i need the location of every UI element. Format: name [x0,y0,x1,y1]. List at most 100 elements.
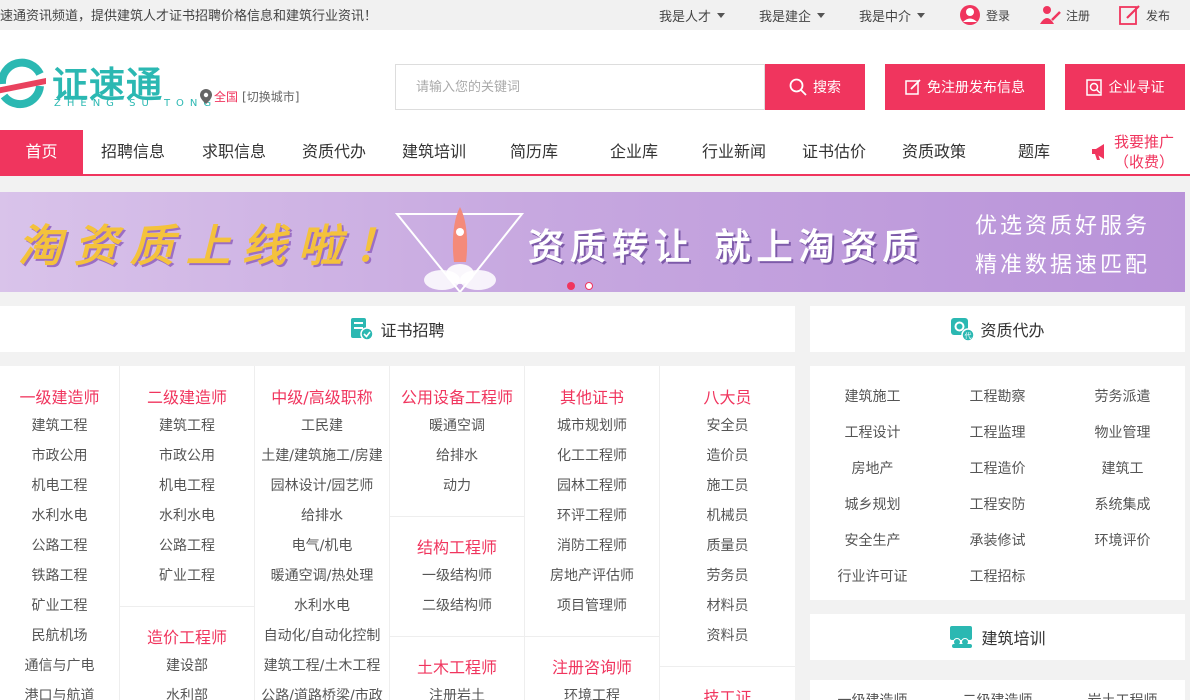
cert-item[interactable]: 机电工程 [120,475,254,495]
cert-item[interactable]: 建筑工程 [120,415,254,435]
cert-item[interactable]: 民航机场 [0,625,119,645]
qualification-item[interactable]: 城乡规划 [810,494,935,514]
cert-item[interactable]: 一级结构师 [390,565,524,585]
nav-home[interactable]: 首页 [0,130,83,174]
carousel-dot-active[interactable] [567,282,575,290]
nav-training[interactable]: 建筑培训 [388,130,480,174]
cert-item[interactable]: 园林设计/园艺师 [255,475,389,495]
cert-item[interactable]: 土建/建筑施工/房建 [255,445,389,465]
cert-item[interactable]: 机电工程 [0,475,119,495]
current-city[interactable]: 全国 [214,88,238,105]
cert-item[interactable]: 城市规划师 [525,415,659,435]
cert-item[interactable]: 环境工程 [525,685,659,700]
cert-item[interactable]: 电气/机电 [255,535,389,555]
cert-item[interactable]: 资料员 [660,625,795,645]
nav-job-seeking[interactable]: 求职信息 [188,130,280,174]
cert-item[interactable]: 水利水电 [255,595,389,615]
city-selector[interactable]: 全国 [切换城市] [200,88,299,105]
qualification-item[interactable]: 系统集成 [1060,494,1185,514]
cert-item[interactable]: 消防工程师 [525,535,659,555]
cert-category-title[interactable]: 注册咨询师 [525,654,659,678]
qualification-item[interactable]: 建筑施工 [810,386,935,406]
qualification-item[interactable]: 工程设计 [810,422,935,442]
search-button[interactable]: 搜索 [765,64,865,110]
qualification-item[interactable]: 安全生产 [810,530,935,550]
qualification-item[interactable]: 工程造价 [935,458,1060,478]
cert-item[interactable]: 市政公用 [120,445,254,465]
cert-item[interactable]: 质量员 [660,535,795,555]
qualification-item[interactable]: 行业许可证 [810,566,935,586]
cert-item[interactable]: 公路工程 [0,535,119,555]
nav-question-bank[interactable]: 题库 [1005,130,1063,174]
cert-category-title[interactable]: 其他证书 [525,384,659,408]
cert-item[interactable]: 劳务员 [660,565,795,585]
cert-item[interactable]: 暖通空调 [390,415,524,435]
cert-category-title[interactable]: 结构工程师 [390,534,524,558]
qualification-item[interactable]: 劳务派遣 [1060,386,1185,406]
promo-banner[interactable]: 淘资质上线啦！ 资质转让 就上淘资质 优选资质好服务 精准数据速匹配 [0,192,1185,292]
cert-item[interactable]: 铁路工程 [0,565,119,585]
cert-item[interactable]: 港口与航道 [0,685,119,700]
qualification-item[interactable]: 工程招标 [935,566,1060,586]
cert-category-title[interactable]: 一级建造师 [0,384,119,408]
site-logo[interactable]: 证速通 ZHENG SU TONG [0,58,211,113]
training-item[interactable]: 二级建造师 [935,690,1060,700]
cert-item[interactable]: 机械员 [660,505,795,525]
nav-cert-valuation[interactable]: 证书估价 [790,130,878,174]
qualification-item[interactable]: 承装修试 [935,530,1060,550]
cert-item[interactable]: 房地产评估师 [525,565,659,585]
cert-category-title[interactable]: 技工证 [660,684,795,700]
nav-qualification-policy[interactable]: 资质政策 [890,130,978,174]
cert-category-title[interactable]: 公用设备工程师 [390,384,524,408]
qualification-item[interactable]: 房地产 [810,458,935,478]
cert-item[interactable]: 公路/道路桥梁/市政 [255,685,389,700]
enterprise-menu[interactable]: 我是建企 [759,0,826,30]
search-input[interactable] [395,64,765,110]
cert-item[interactable]: 工民建 [255,415,389,435]
cert-item[interactable]: 市政公用 [0,445,119,465]
free-publish-button[interactable]: 免注册发布信息 [885,64,1045,110]
cert-item[interactable]: 化工工程师 [525,445,659,465]
cert-item[interactable]: 建筑工程 [0,415,119,435]
cert-item[interactable]: 公路工程 [120,535,254,555]
training-item[interactable]: 一级建造师 [810,690,935,700]
cert-item[interactable]: 建筑工程/土木工程 [255,655,389,675]
nav-resume-library[interactable]: 简历库 [495,130,573,174]
cert-item[interactable]: 环评工程师 [525,505,659,525]
cert-item[interactable]: 给排水 [255,505,389,525]
nav-company-library[interactable]: 企业库 [595,130,673,174]
cert-item[interactable]: 施工员 [660,475,795,495]
cert-item[interactable]: 建设部 [120,655,254,675]
cert-item[interactable]: 材料员 [660,595,795,615]
qualification-item[interactable]: 工程监理 [935,422,1060,442]
cert-category-title[interactable]: 中级/高级职称 [255,384,389,408]
cert-item[interactable]: 给排水 [390,445,524,465]
cert-category-title[interactable]: 土木工程师 [390,654,524,678]
nav-industry-news[interactable]: 行业新闻 [690,130,778,174]
cert-item[interactable]: 矿业工程 [0,595,119,615]
cert-item[interactable]: 二级结构师 [390,595,524,615]
cert-item[interactable]: 通信与广电 [0,655,119,675]
agency-menu[interactable]: 我是中介 [859,0,926,30]
talent-menu[interactable]: 我是人才 [659,0,726,30]
cert-item[interactable]: 水利水电 [120,505,254,525]
cert-item[interactable]: 水利水电 [0,505,119,525]
cert-item[interactable]: 项目管理师 [525,595,659,615]
cert-category-title[interactable]: 八大员 [660,384,795,408]
training-item[interactable]: 岩土工程师 [1060,690,1185,700]
publish-link[interactable]: 发布 [1118,0,1170,30]
switch-city-link[interactable]: [切换城市] [242,88,299,105]
carousel-dot[interactable] [585,282,593,290]
qualification-item[interactable]: 建筑工 [1060,458,1185,478]
cert-item[interactable]: 造价员 [660,445,795,465]
cert-category-title[interactable]: 二级建造师 [120,384,254,408]
login-link[interactable]: 登录 [958,0,1010,30]
cert-item[interactable]: 自动化/自动化控制 [255,625,389,645]
qualification-item[interactable]: 环境评价 [1060,530,1185,550]
cert-item[interactable]: 安全员 [660,415,795,435]
cert-item[interactable]: 动力 [390,475,524,495]
nav-recruitment[interactable]: 招聘信息 [88,130,178,174]
register-link[interactable]: 注册 [1038,0,1090,30]
qualification-item[interactable]: 工程勘察 [935,386,1060,406]
cert-item[interactable]: 矿业工程 [120,565,254,585]
